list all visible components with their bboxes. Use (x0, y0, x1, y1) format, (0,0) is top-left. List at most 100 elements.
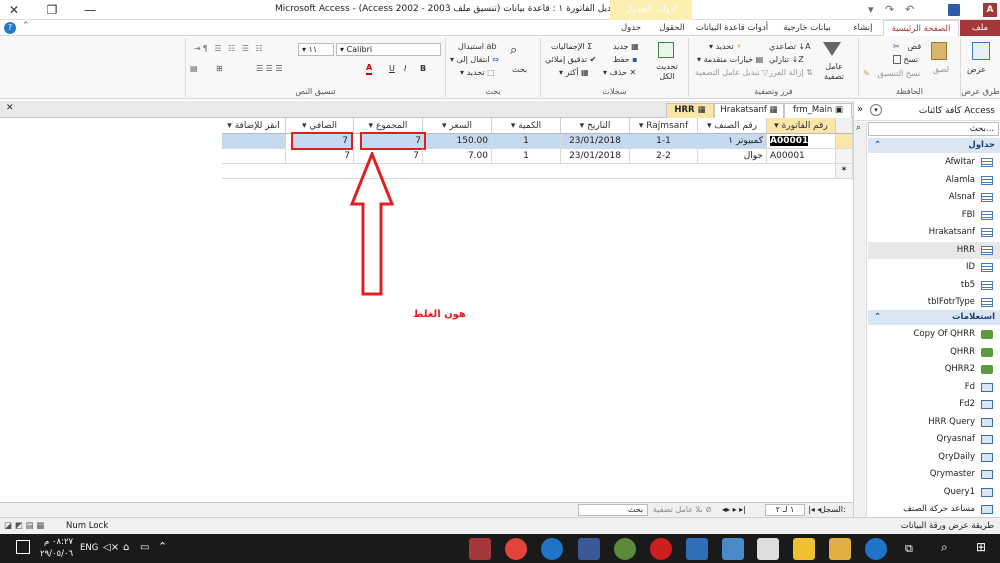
new-record-row[interactable] (222, 164, 836, 179)
paste-button[interactable]: لصق (933, 64, 949, 76)
file-explorer-icon[interactable] (829, 538, 851, 560)
refresh-icon[interactable] (658, 42, 674, 58)
collapse-nav-icon[interactable]: » (857, 104, 863, 115)
tab-fields[interactable]: الحقول (652, 20, 692, 36)
minimize-button[interactable]: — (80, 2, 100, 18)
italic-button[interactable]: I (404, 63, 406, 75)
restore-button[interactable]: ❐ (42, 2, 62, 18)
table-cell-invoice-no[interactable]: A00001 (767, 149, 836, 164)
column-header-click-to-add[interactable]: ▾ انقر للإضافة (222, 118, 286, 134)
ascending-button[interactable]: تصاعدي ↓A (769, 41, 811, 53)
nav-pane-splitter[interactable] (854, 122, 867, 517)
paste-icon[interactable] (931, 42, 947, 60)
row-color-icon[interactable]: ▤ (190, 63, 198, 75)
nav-search-input[interactable]: بحث... (868, 122, 999, 136)
column-header-item-no[interactable]: ▾ رقم الصنف (698, 118, 767, 134)
new-record-button[interactable]: جديد ▦ (613, 41, 639, 53)
nav-table-item[interactable]: FBI (868, 207, 1000, 224)
row-selector[interactable] (836, 134, 853, 149)
nav-table-item[interactable]: HRR (868, 241, 1000, 259)
help-icon[interactable]: ? (4, 22, 16, 34)
chrome-icon[interactable] (505, 538, 527, 560)
selection-button[interactable]: ▾ تحديد ⚡ (709, 41, 742, 53)
new-row-marker[interactable]: * (836, 164, 853, 179)
nav-query-item[interactable]: مساعد حركة الصنف (868, 501, 1000, 518)
column-header-invoice-no[interactable]: ▾ رقم الفاتورة (767, 118, 836, 134)
nav-query-item[interactable]: QHRR (868, 344, 1000, 361)
table-cell-net[interactable]: 7 (291, 132, 353, 150)
doc-tab-frm-main[interactable]: frm_Main ▣ (784, 103, 852, 118)
doc-tab-hrr[interactable]: HRR ▦ (666, 103, 714, 118)
filter-button[interactable]: عامل تصفية (817, 62, 851, 82)
notification-icon[interactable] (16, 540, 30, 554)
format-painter-button[interactable]: ✎ نسخ التنسيق (863, 68, 920, 80)
table-cell-total[interactable]: 7 (360, 132, 426, 150)
bold-button[interactable]: B (420, 63, 426, 75)
app-icon-2[interactable] (686, 538, 708, 560)
underline-button[interactable]: U (389, 63, 395, 75)
store-icon[interactable] (793, 538, 815, 560)
nav-menu-icon[interactable]: ▾ (870, 104, 882, 116)
clock-time[interactable]: ٠٨:٢٧ م (44, 537, 73, 548)
nav-query-item[interactable]: QHRR2 (868, 361, 1000, 378)
column-header-price[interactable]: ▾ السعر (423, 118, 492, 134)
column-header-date[interactable]: ▾ التاريخ (561, 118, 630, 134)
search-icon[interactable]: ⌕ (941, 541, 948, 553)
tab-external-data[interactable]: بيانات خارجية (771, 20, 843, 36)
advanced-button[interactable]: ▾ خيارات متقدمة ▤ (697, 54, 763, 66)
tab-file[interactable]: ملف (960, 20, 1000, 36)
tray-expand-icon[interactable]: ⌃ (158, 541, 167, 552)
collapse-ribbon-icon[interactable]: ⌃ (22, 21, 30, 31)
table-cell-add[interactable] (222, 149, 286, 164)
current-record-field[interactable]: ١ لـ ٢ (765, 504, 805, 516)
table-cell-add[interactable] (222, 134, 286, 149)
clock-date[interactable]: ٢٩/٠٥/٠٦ (40, 549, 73, 560)
font-size-dropdown[interactable]: ▾ ١١ (298, 43, 334, 56)
table-cell-net[interactable]: 7 (286, 149, 354, 164)
nav-query-item[interactable]: Query1 (868, 484, 1000, 501)
task-view-icon[interactable]: ⧉ (905, 543, 913, 554)
start-icon[interactable]: ⊞ (976, 541, 986, 553)
nav-table-item[interactable]: Hrakatsanf (868, 224, 1000, 241)
no-filter-indicator[interactable]: بلا عامل تصفية ⊘ (653, 503, 712, 517)
tab-create[interactable]: إنشاء (843, 20, 883, 36)
font-color-button[interactable]: A (366, 63, 373, 75)
table-cell-rajmsanf[interactable]: 1-1 (630, 134, 698, 149)
language-indicator[interactable]: ENG (80, 543, 98, 554)
table-cell-price[interactable]: 7.00 (423, 149, 492, 164)
view-button[interactable]: عرض (967, 64, 986, 76)
find-button[interactable]: بحث (512, 64, 527, 76)
alignment-buttons[interactable]: ☰ ☰ ☰ (256, 63, 283, 75)
table-cell-quantity[interactable]: 1 (492, 134, 561, 149)
toggle-filter-button[interactable]: تبديل عامل التصفية ▽ (695, 67, 768, 79)
remove-sort-button[interactable]: إزالة الفرز ⇅ (769, 67, 813, 79)
view-icon[interactable] (972, 42, 990, 60)
descending-button[interactable]: تنازلي ↓Z (769, 54, 804, 66)
tab-database-tools[interactable]: أدوات قاعدة البيانات (693, 20, 771, 36)
access-taskbar-icon[interactable] (469, 538, 491, 560)
replace-button[interactable]: استبدال ab (458, 41, 497, 53)
tables-section-header[interactable]: ⌃ جداول (868, 138, 1000, 153)
save-icon[interactable] (948, 4, 960, 16)
row-selector[interactable] (836, 149, 853, 164)
paragraph-tools[interactable]: ⇥¶ ☰ ☷ ☰ ☷ (194, 43, 265, 55)
queries-section-header[interactable]: ⌃ استعلامات (868, 310, 1000, 325)
filter-icon[interactable] (823, 42, 841, 56)
spelling-button[interactable]: تدقيق إملائي ✔ (545, 54, 596, 66)
table-cell-quantity[interactable]: 1 (492, 149, 561, 164)
record-nav-buttons[interactable]: ◂▸ ▸ ▸| (722, 503, 746, 517)
doc-tab-hrakatsanf[interactable]: Hrakatsanf ▦ (714, 103, 784, 118)
copy-button[interactable]: نسخ (893, 54, 918, 66)
column-header-rajmsanf[interactable]: ▾ Rajmsanf (630, 118, 698, 134)
table-cell-date[interactable]: 23/01/2018 (561, 149, 630, 164)
opera-icon[interactable] (650, 538, 672, 560)
nav-table-item[interactable]: Alsnaf (868, 189, 1000, 206)
cut-button[interactable]: ✂ قص (893, 41, 921, 53)
select-button[interactable]: ▾ تحديد ⬚ (460, 67, 495, 79)
nav-table-item[interactable]: ID (868, 259, 1000, 276)
table-cell-price[interactable]: 150.00 (423, 134, 492, 149)
save-record-button[interactable]: حفظ ▪ (613, 54, 638, 66)
nav-table-item[interactable]: tb5 (868, 277, 1000, 294)
tab-table[interactable]: جدول (610, 20, 652, 36)
close-document-icon[interactable]: ✕ (6, 103, 14, 113)
